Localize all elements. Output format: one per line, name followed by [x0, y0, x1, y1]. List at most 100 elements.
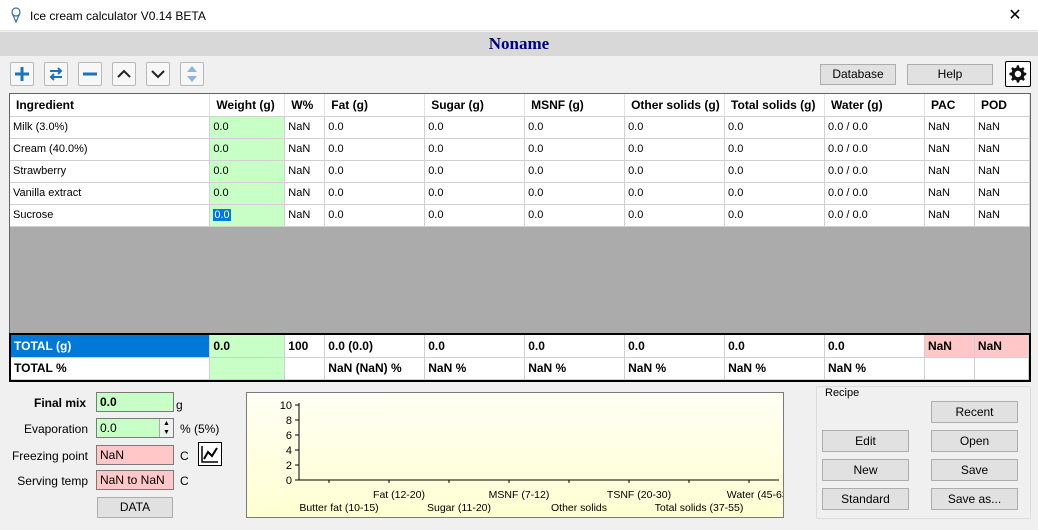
value-cell: NaN: [924, 160, 975, 183]
column-header[interactable]: POD: [974, 94, 1030, 117]
value-cell: NaN: [924, 182, 975, 205]
value-cell: NaN: [284, 160, 326, 183]
total-value-cell: NaN %: [424, 357, 526, 380]
value-cell: 0.0: [324, 160, 426, 183]
standard-button[interactable]: Standard: [822, 488, 909, 510]
column-header[interactable]: PAC: [924, 94, 975, 117]
save-button[interactable]: Save: [931, 459, 1018, 481]
x-tick-label: TSNF (20-30): [607, 489, 671, 501]
weight-cell[interactable]: 0.0: [209, 160, 286, 183]
value-cell: 0.0: [324, 116, 426, 139]
up-down-arrows-icon: [187, 66, 197, 82]
new-button[interactable]: New: [822, 459, 909, 481]
y-tick-label: 8: [286, 415, 292, 427]
value-cell: 0.0: [524, 182, 626, 205]
ingredient-name-cell: Strawberry: [10, 160, 211, 183]
column-header[interactable]: Other solids (g): [624, 94, 726, 117]
minus-icon: [83, 72, 97, 76]
ingredient-row[interactable]: Strawberry 0.0 NaN 0.0 0.0 0.0 0.0 0.0 0.0 / 0.0…: [10, 160, 1030, 183]
value-cell: NaN: [974, 160, 1030, 183]
ingredient-row[interactable]: Vanilla extract 0.0 NaN 0.0 0.0 0.0 0.0 0.0 0.0 …: [10, 182, 1030, 205]
move-down-button[interactable]: [146, 62, 170, 86]
x-tick-label: MSNF (7-12): [489, 489, 550, 501]
total-value-cell: 0.0: [424, 335, 526, 358]
weight-cell[interactable]: 0.0: [209, 204, 286, 227]
value-cell: 0.0: [724, 204, 826, 227]
freezing-curve-button[interactable]: [198, 442, 222, 466]
composition-chart: 10 8 6 4 2 0 Butter fat (10-15) Fat (12-20) Suga…: [246, 392, 791, 518]
remove-ingredient-button[interactable]: [78, 62, 102, 86]
weight-edit-selection[interactable]: 0.0: [213, 209, 231, 221]
total-percent-row: TOTAL % NaN (NaN) % NaN % NaN % NaN % NaN % Na…: [11, 357, 1030, 380]
value-cell: 0.0: [624, 160, 726, 183]
total-value-cell: NaN %: [824, 357, 925, 380]
final-mix-field[interactable]: 0.0: [96, 392, 174, 412]
value-cell: NaN: [974, 116, 1030, 139]
weight-cell[interactable]: 0.0: [209, 182, 286, 205]
x-tick-label: Sugar (11-20): [427, 502, 491, 514]
value-cell: NaN: [284, 116, 326, 139]
recipe-name: Noname: [0, 32, 1038, 56]
database-button[interactable]: Database: [820, 64, 896, 85]
value-cell: 0.0: [324, 138, 426, 161]
column-header[interactable]: Fat (g): [324, 94, 426, 117]
ingredient-row[interactable]: Cream (40.0%) 0.0 NaN 0.0 0.0 0.0 0.0 0.0 0.0 / …: [10, 138, 1030, 161]
weight-cell[interactable]: 0.0: [209, 116, 286, 139]
evaporation-value: 0.0: [100, 421, 117, 435]
column-header[interactable]: Water (g): [824, 94, 925, 117]
swap-icon: [49, 67, 63, 81]
sort-button[interactable]: [180, 62, 204, 86]
value-cell: 0.0: [324, 182, 426, 205]
column-header[interactable]: Weight (g): [209, 94, 286, 117]
value-cell: NaN: [284, 138, 326, 161]
freezing-point-field: NaN: [96, 445, 174, 465]
value-cell: 0.0: [624, 182, 726, 205]
x-tick-label: Other solids: [551, 502, 607, 514]
x-tick-label: Butter fat (10-15): [299, 502, 378, 514]
column-header[interactable]: Ingredient: [10, 94, 211, 117]
column-header[interactable]: Total solids (g): [724, 94, 826, 117]
value-cell: NaN: [284, 204, 326, 227]
chevron-down-icon: [151, 70, 165, 79]
y-tick-label: 2: [286, 460, 292, 472]
value-cell: 0.0: [324, 204, 426, 227]
column-header[interactable]: W%: [284, 94, 326, 117]
value-cell: 0.0: [724, 160, 826, 183]
adjust-ingredient-button[interactable]: [44, 62, 68, 86]
total-value-cell: NaN: [974, 335, 1030, 358]
data-button[interactable]: DATA: [97, 497, 173, 518]
save-as-button[interactable]: Save as...: [931, 488, 1018, 510]
totals-grid: TOTAL (g) 0.0 100 0.0 (0.0) 0.0 0.0 0.0 0.0 0.0 N…: [9, 333, 1031, 382]
settings-button[interactable]: [1005, 61, 1031, 87]
weight-cell[interactable]: 0.0: [209, 138, 286, 161]
evaporation-stepper[interactable]: 0.0 ▲ ▼: [96, 418, 174, 438]
ingredient-name-cell: Sucrose: [10, 204, 211, 227]
ingredient-row[interactable]: Milk (3.0%) 0.0 NaN 0.0 0.0 0.0 0.0 0.0 0.0 / 0.…: [10, 116, 1030, 139]
close-button[interactable]: ✕: [992, 0, 1038, 31]
serving-temp-field: NaN to NaN: [96, 470, 174, 490]
value-cell: NaN: [924, 204, 975, 227]
serving-temp-label: Serving temp: [17, 474, 88, 488]
final-mix-unit: g: [176, 398, 183, 412]
add-ingredient-button[interactable]: [10, 62, 34, 86]
spin-arrows-icon[interactable]: ▲ ▼: [159, 419, 173, 437]
x-tick-label: Fat (12-20): [373, 489, 425, 501]
open-button[interactable]: Open: [931, 430, 1018, 452]
freezing-point-unit: C: [180, 449, 189, 463]
y-tick-label: 4: [286, 445, 292, 457]
ingredient-name-cell: Milk (3.0%): [10, 116, 211, 139]
value-cell: 0.0: [624, 116, 726, 139]
total-grams-row: TOTAL (g) 0.0 100 0.0 (0.0) 0.0 0.0 0.0 0.0 0.0 N…: [11, 335, 1030, 358]
column-header[interactable]: MSNF (g): [524, 94, 626, 117]
total-value-cell: [209, 357, 286, 380]
ingredient-row[interactable]: Sucrose 0.0 NaN 0.0 0.0 0.0 0.0 0.0 0.0 / 0.0 NaN…: [10, 204, 1030, 227]
column-header[interactable]: Sugar (g): [424, 94, 526, 117]
ingredient-name-cell: Vanilla extract: [10, 182, 211, 205]
recent-button[interactable]: Recent: [931, 401, 1018, 423]
final-mix-label: Final mix: [33, 396, 86, 410]
edit-button[interactable]: Edit: [822, 430, 909, 452]
move-up-button[interactable]: [112, 62, 136, 86]
evaporation-unit: % (5%): [180, 422, 220, 436]
help-button[interactable]: Help: [907, 64, 993, 85]
value-cell: 0.0: [524, 160, 626, 183]
